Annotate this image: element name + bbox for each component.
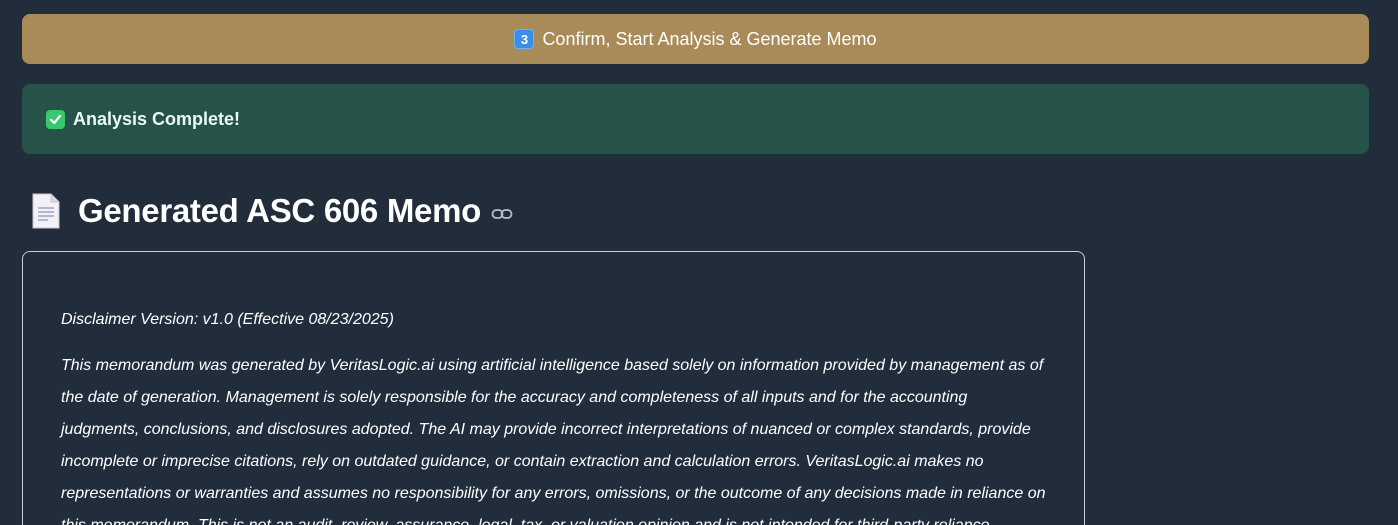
disclaimer-body: This memorandum was generated by Veritas… [61,357,1046,525]
memo-title: Generated ASC 606 Memo [78,192,481,229]
memo-container: Disclaimer Version: v1.0 (Effective 08/2… [22,251,1085,525]
page-facing-up-icon [32,193,60,229]
analysis-complete-text: Analysis Complete! [73,108,241,129]
analysis-complete-alert: Analysis Complete! [22,84,1369,154]
memo-heading: Generated ASC 606 Memo [30,188,513,234]
link-icon[interactable] [491,207,513,221]
disclaimer-version: Disclaimer Version: v1.0 (Effective 08/2… [61,311,394,328]
check-mark-button-icon [46,109,65,129]
app-root: 3 Confirm, Start Analysis & Generate Mem… [0,0,1398,525]
confirm-button-label: Confirm, Start Analysis & Generate Memo [542,28,877,49]
confirm-start-analysis-button[interactable]: 3 Confirm, Start Analysis & Generate Mem… [22,14,1369,64]
keycap-digit-three-icon: 3 [514,29,535,49]
